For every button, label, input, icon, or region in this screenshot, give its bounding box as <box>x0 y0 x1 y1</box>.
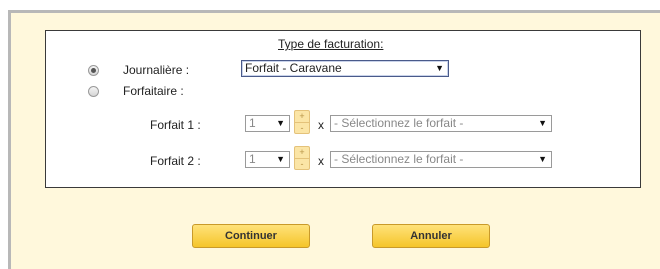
chevron-down-icon: ▼ <box>538 118 547 128</box>
chevron-down-icon: ▼ <box>538 154 547 164</box>
billing-type-panel: Type de facturation: Journalière : Forfa… <box>45 30 641 188</box>
package-2-select[interactable]: - Sélectionnez le forfait - ▼ <box>330 151 552 168</box>
billing-form-container: Type de facturation: Journalière : Forfa… <box>8 10 660 269</box>
package-1-select[interactable]: - Sélectionnez le forfait - ▼ <box>330 115 552 132</box>
package-2-qty: 1 <box>249 152 256 166</box>
package-1-label: Forfait 1 : <box>150 118 201 132</box>
chevron-down-icon: ▼ <box>276 154 285 164</box>
flat-label: Forfaitaire : <box>123 84 184 98</box>
package-2-qty-stepper[interactable]: + - <box>294 146 310 170</box>
chevron-down-icon: ▼ <box>276 118 285 128</box>
plus-icon[interactable]: + <box>295 111 309 122</box>
package-1-qty-stepper[interactable]: + - <box>294 110 310 134</box>
minus-icon[interactable]: - <box>295 158 309 170</box>
package-1-multiplier: x <box>318 118 324 132</box>
package-2-qty-select[interactable]: 1 ▼ <box>245 151 290 168</box>
package-1-qty: 1 <box>249 116 256 130</box>
package-1-qty-select[interactable]: 1 ▼ <box>245 115 290 132</box>
flat-radio[interactable] <box>88 86 99 97</box>
daily-label: Journalière : <box>123 63 190 77</box>
minus-icon[interactable]: - <box>295 122 309 134</box>
daily-rate-select[interactable]: Forfait - Caravane ▼ <box>241 60 449 77</box>
package-2-label: Forfait 2 : <box>150 154 201 168</box>
billing-type-title: Type de facturation: <box>278 37 384 51</box>
chevron-down-icon: ▼ <box>435 63 444 73</box>
daily-radio[interactable] <box>88 65 99 76</box>
package-2-multiplier: x <box>318 154 324 168</box>
continue-button[interactable]: Continuer <box>192 224 310 248</box>
cancel-button[interactable]: Annuler <box>372 224 490 248</box>
daily-rate-value: Forfait - Caravane <box>245 61 342 75</box>
package-2-value: - Sélectionnez le forfait - <box>334 152 464 166</box>
package-1-value: - Sélectionnez le forfait - <box>334 116 464 130</box>
plus-icon[interactable]: + <box>295 147 309 158</box>
